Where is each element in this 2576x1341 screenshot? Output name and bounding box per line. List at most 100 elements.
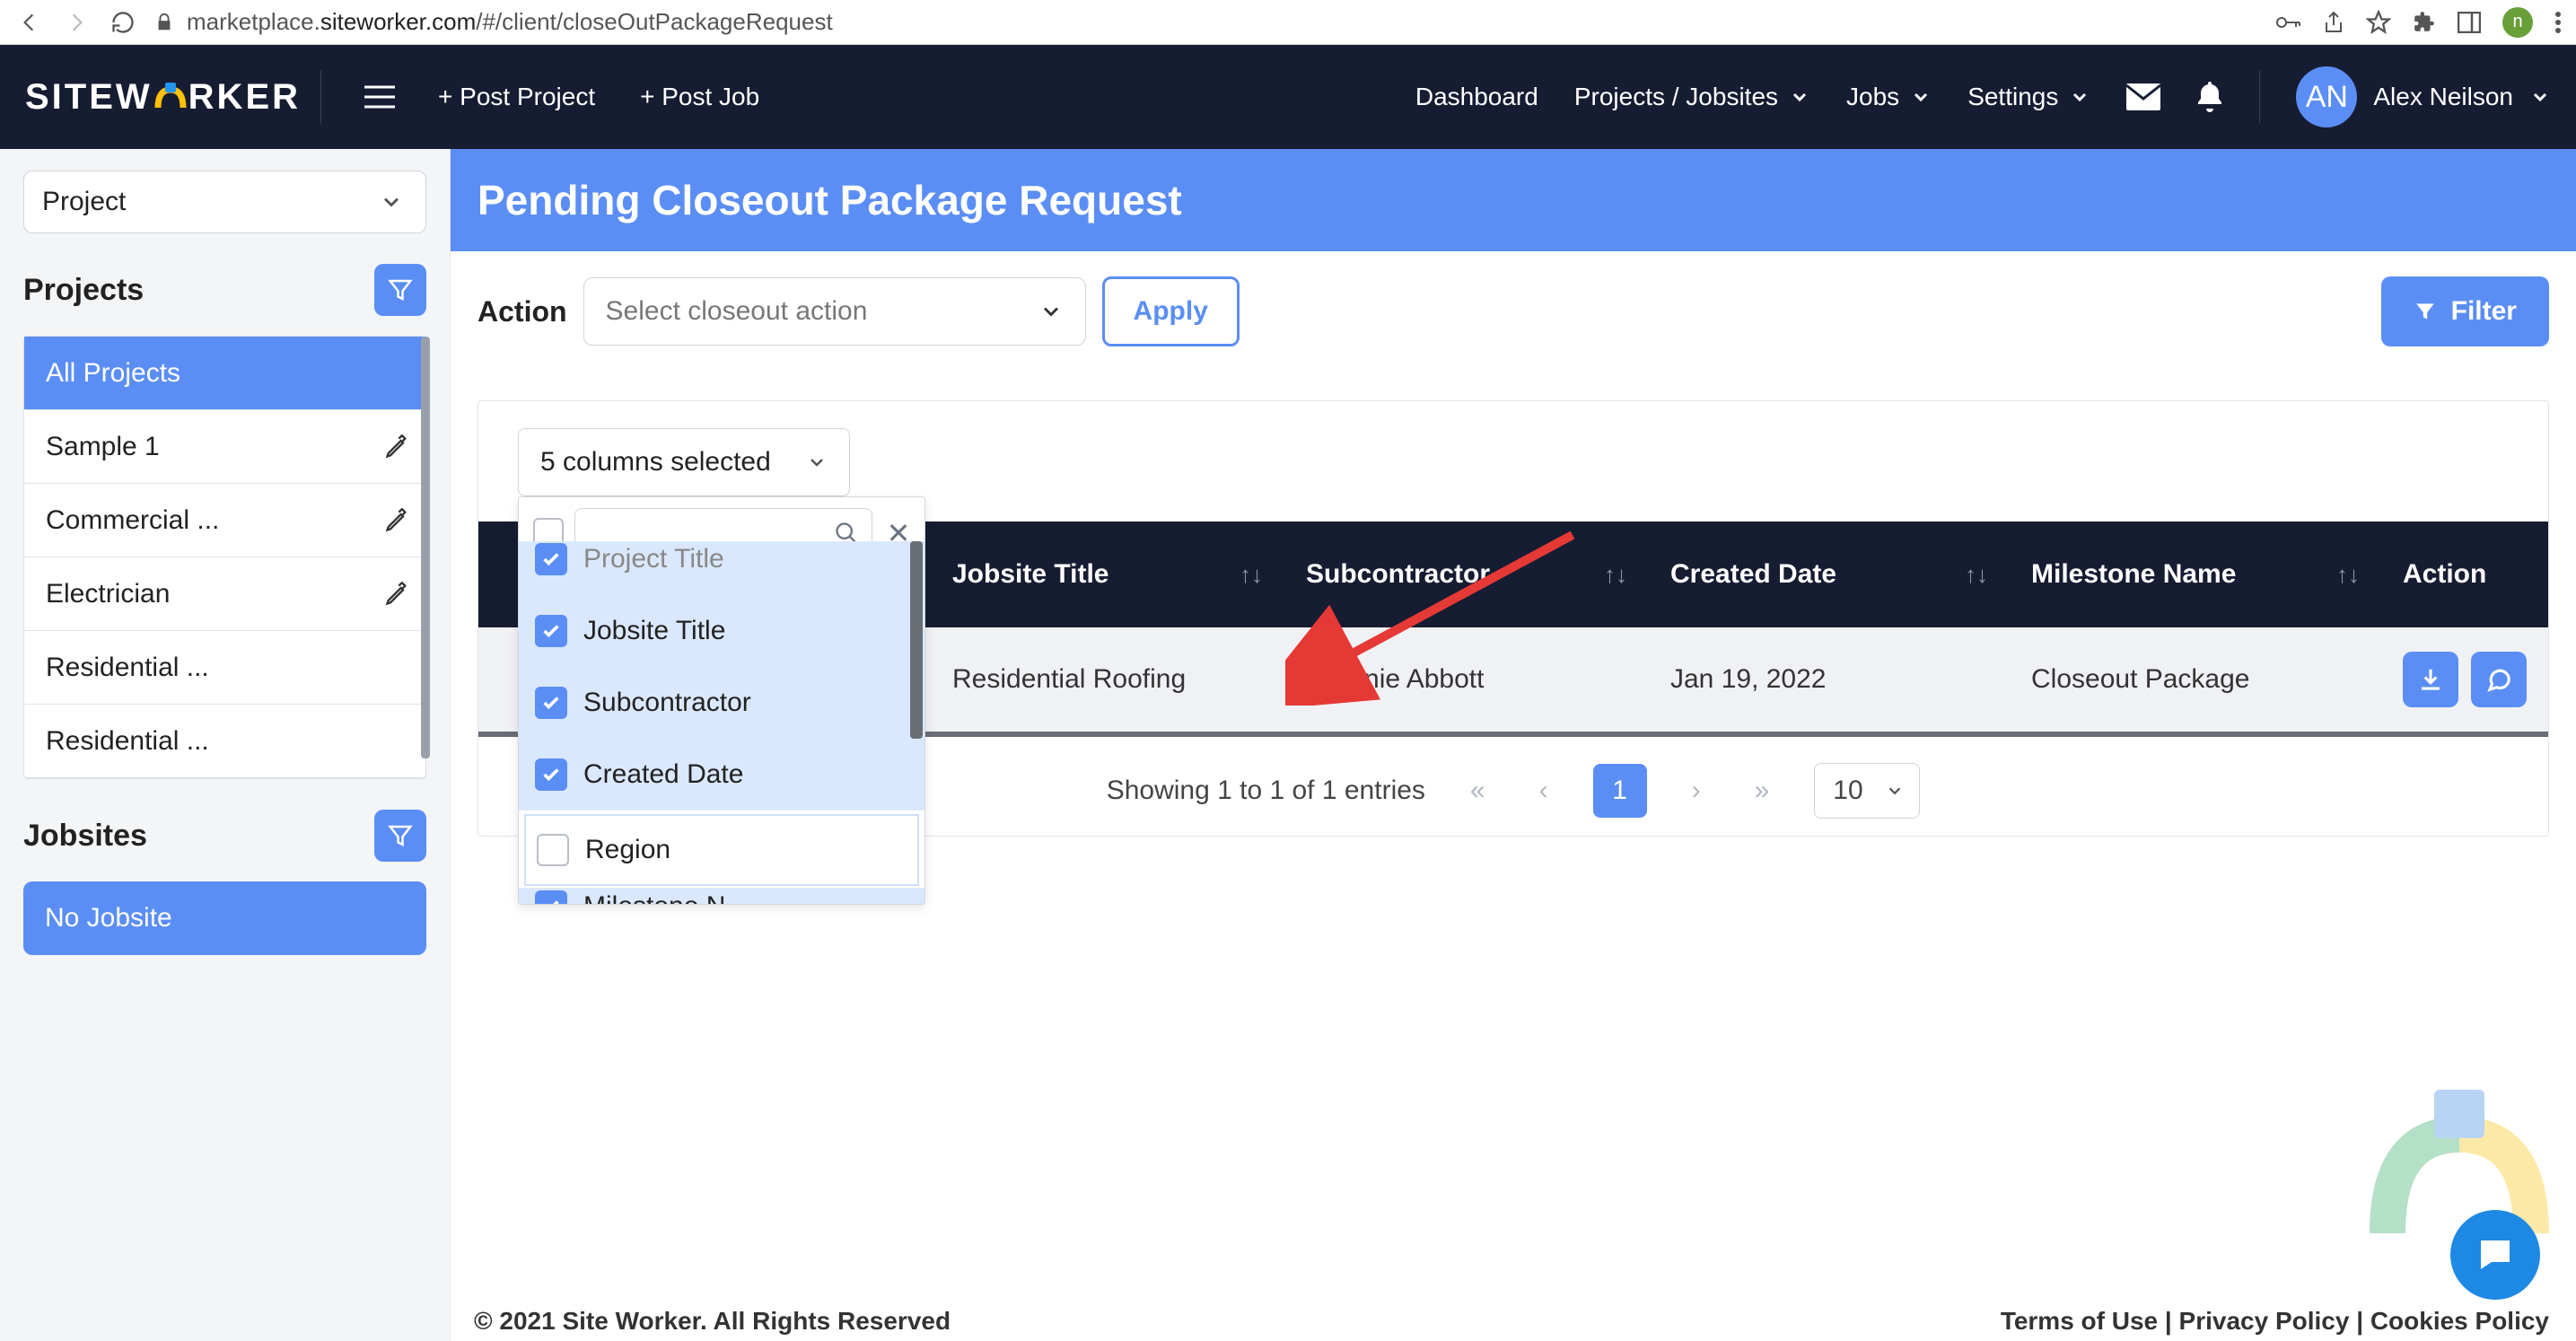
download-icon (2417, 666, 2444, 693)
post-job-link[interactable]: + Post Job (640, 83, 759, 111)
column-option[interactable]: Created Date (519, 739, 924, 811)
project-item[interactable]: Commercial ... (24, 484, 425, 557)
brand-icon (153, 79, 188, 115)
action-label: Action (478, 295, 567, 329)
column-option[interactable]: Milestone N (519, 888, 924, 904)
projects-filter-button[interactable] (374, 264, 426, 316)
divider (320, 70, 321, 124)
user-menu[interactable]: AN Alex Neilson (2296, 66, 2551, 127)
page-size-select[interactable]: 10 (1814, 763, 1920, 819)
key-icon[interactable] (2274, 12, 2301, 33)
profile-badge[interactable]: n (2502, 7, 2533, 38)
scrollbar[interactable] (910, 541, 923, 739)
chat-widget-button[interactable] (2450, 1210, 2540, 1300)
prev-page-button[interactable]: ‹ (1530, 776, 1557, 806)
chevron-down-icon (806, 451, 828, 473)
menu-icon[interactable] (364, 84, 395, 110)
table-column-milestone[interactable]: Milestone Name↑↓ (2010, 522, 2381, 627)
table-container: 5 columns selected ✕ Project Title Jobsi… (478, 400, 2549, 837)
last-page-button[interactable]: » (1746, 776, 1779, 806)
first-page-button[interactable]: « (1461, 776, 1494, 806)
nav-dashboard[interactable]: Dashboard (1415, 83, 1538, 111)
edit-icon[interactable] (384, 434, 409, 460)
project-item[interactable]: Electrician (24, 557, 425, 631)
project-item[interactable]: Residential ... (24, 631, 425, 705)
back-icon[interactable] (14, 7, 45, 38)
page-title: Pending Closeout Package Request (451, 149, 2576, 251)
project-item[interactable]: Sample 1 (24, 410, 425, 484)
brand-logo[interactable]: SITEW RKER (25, 77, 301, 118)
star-icon[interactable] (2366, 10, 2391, 35)
url-bar[interactable]: marketplace.siteworker.com/#/client/clos… (154, 8, 2258, 36)
context-select[interactable]: Project (23, 171, 426, 233)
edit-icon[interactable] (384, 508, 409, 533)
check-icon (541, 897, 561, 904)
top-navigation: SITEW RKER + Post Project + Post Job Das… (0, 45, 2576, 149)
avatar: AN (2296, 66, 2357, 127)
sort-icon: ↑↓ (2336, 561, 2360, 589)
comment-button[interactable] (2471, 652, 2527, 707)
projects-list: All Projects Sample 1 Commercial ... Ele… (23, 336, 426, 779)
chevron-down-icon (379, 189, 404, 215)
download-button[interactable] (2403, 652, 2458, 707)
project-item-all[interactable]: All Projects (24, 337, 425, 410)
column-dropdown: ✕ Project Title Jobsite Title Subcontrac… (518, 496, 925, 905)
nav-settings[interactable]: Settings (1967, 83, 2090, 111)
check-icon (541, 765, 561, 784)
nav-projects[interactable]: Projects / Jobsites (1574, 83, 1810, 111)
chevron-down-icon (1038, 299, 1064, 324)
filter-icon (387, 276, 414, 303)
column-option[interactable]: Jobsite Title (519, 595, 924, 667)
table-column-subcontractor[interactable]: Subcontractor↑↓ (1284, 522, 1649, 627)
divider (2259, 70, 2260, 124)
chat-icon (2474, 1233, 2517, 1276)
jobsites-heading: Jobsites (23, 819, 147, 854)
scrollbar[interactable] (421, 337, 430, 758)
no-jobsite-button[interactable]: No Jobsite (23, 881, 426, 955)
post-project-link[interactable]: + Post Project (438, 83, 595, 111)
pagination-info: Showing 1 to 1 of 1 entries (1107, 776, 1425, 806)
cell-jobsite: Residential Roofing (931, 627, 1284, 732)
check-icon (541, 549, 561, 569)
reload-icon[interactable] (108, 7, 138, 38)
table-column-action: Action (2381, 522, 2548, 627)
project-item[interactable]: Residential ... (24, 705, 425, 778)
footer-links[interactable]: Terms of Use | Privacy Policy | Cookies … (2001, 1307, 2549, 1336)
column-option[interactable]: Subcontractor (519, 667, 924, 739)
cell-created: Jan 19, 2022 (1649, 627, 2010, 732)
share-icon[interactable] (2323, 11, 2344, 34)
panel-icon[interactable] (2458, 12, 2481, 33)
action-select[interactable]: Select closeout action (583, 277, 1086, 346)
filter-icon (2414, 300, 2437, 323)
table-column-jobsite[interactable]: Jobsite Title↑↓ (931, 522, 1284, 627)
jobsites-filter-button[interactable] (374, 810, 426, 862)
mail-icon[interactable] (2126, 83, 2160, 110)
next-page-button[interactable]: › (1683, 776, 1710, 806)
bell-icon[interactable] (2196, 82, 2223, 112)
main-content: Pending Closeout Package Request Action … (451, 149, 2576, 1341)
projects-heading: Projects (23, 273, 144, 308)
filter-icon (387, 822, 414, 849)
column-select-button[interactable]: 5 columns selected (518, 428, 850, 496)
cell-milestone: Closeout Package (2010, 627, 2381, 732)
column-option[interactable]: Region (524, 814, 919, 886)
apply-button[interactable]: Apply (1102, 276, 1240, 346)
chevron-down-icon (1885, 781, 1905, 801)
browser-chrome: marketplace.siteworker.com/#/client/clos… (0, 0, 2576, 45)
table-column-created[interactable]: Created Date↑↓ (1649, 522, 2010, 627)
check-icon (541, 693, 561, 713)
forward-icon[interactable] (61, 7, 92, 38)
nav-jobs[interactable]: Jobs (1846, 83, 1932, 111)
cell-subcontractor: Melanie Abbott (1284, 627, 1649, 732)
footer-copyright: © 2021 Site Worker. All Rights Reserved (474, 1307, 951, 1336)
extensions-icon[interactable] (2413, 11, 2436, 34)
kebab-icon[interactable] (2554, 11, 2562, 34)
column-option[interactable]: Project Title (519, 541, 924, 595)
sort-icon: ↑↓ (1240, 561, 1263, 589)
sort-icon: ↑↓ (1604, 561, 1627, 589)
cell-actions (2381, 627, 2548, 732)
lock-icon (154, 13, 174, 32)
page-number[interactable]: 1 (1593, 764, 1647, 818)
edit-icon[interactable] (384, 582, 409, 607)
filter-button[interactable]: Filter (2381, 276, 2549, 346)
